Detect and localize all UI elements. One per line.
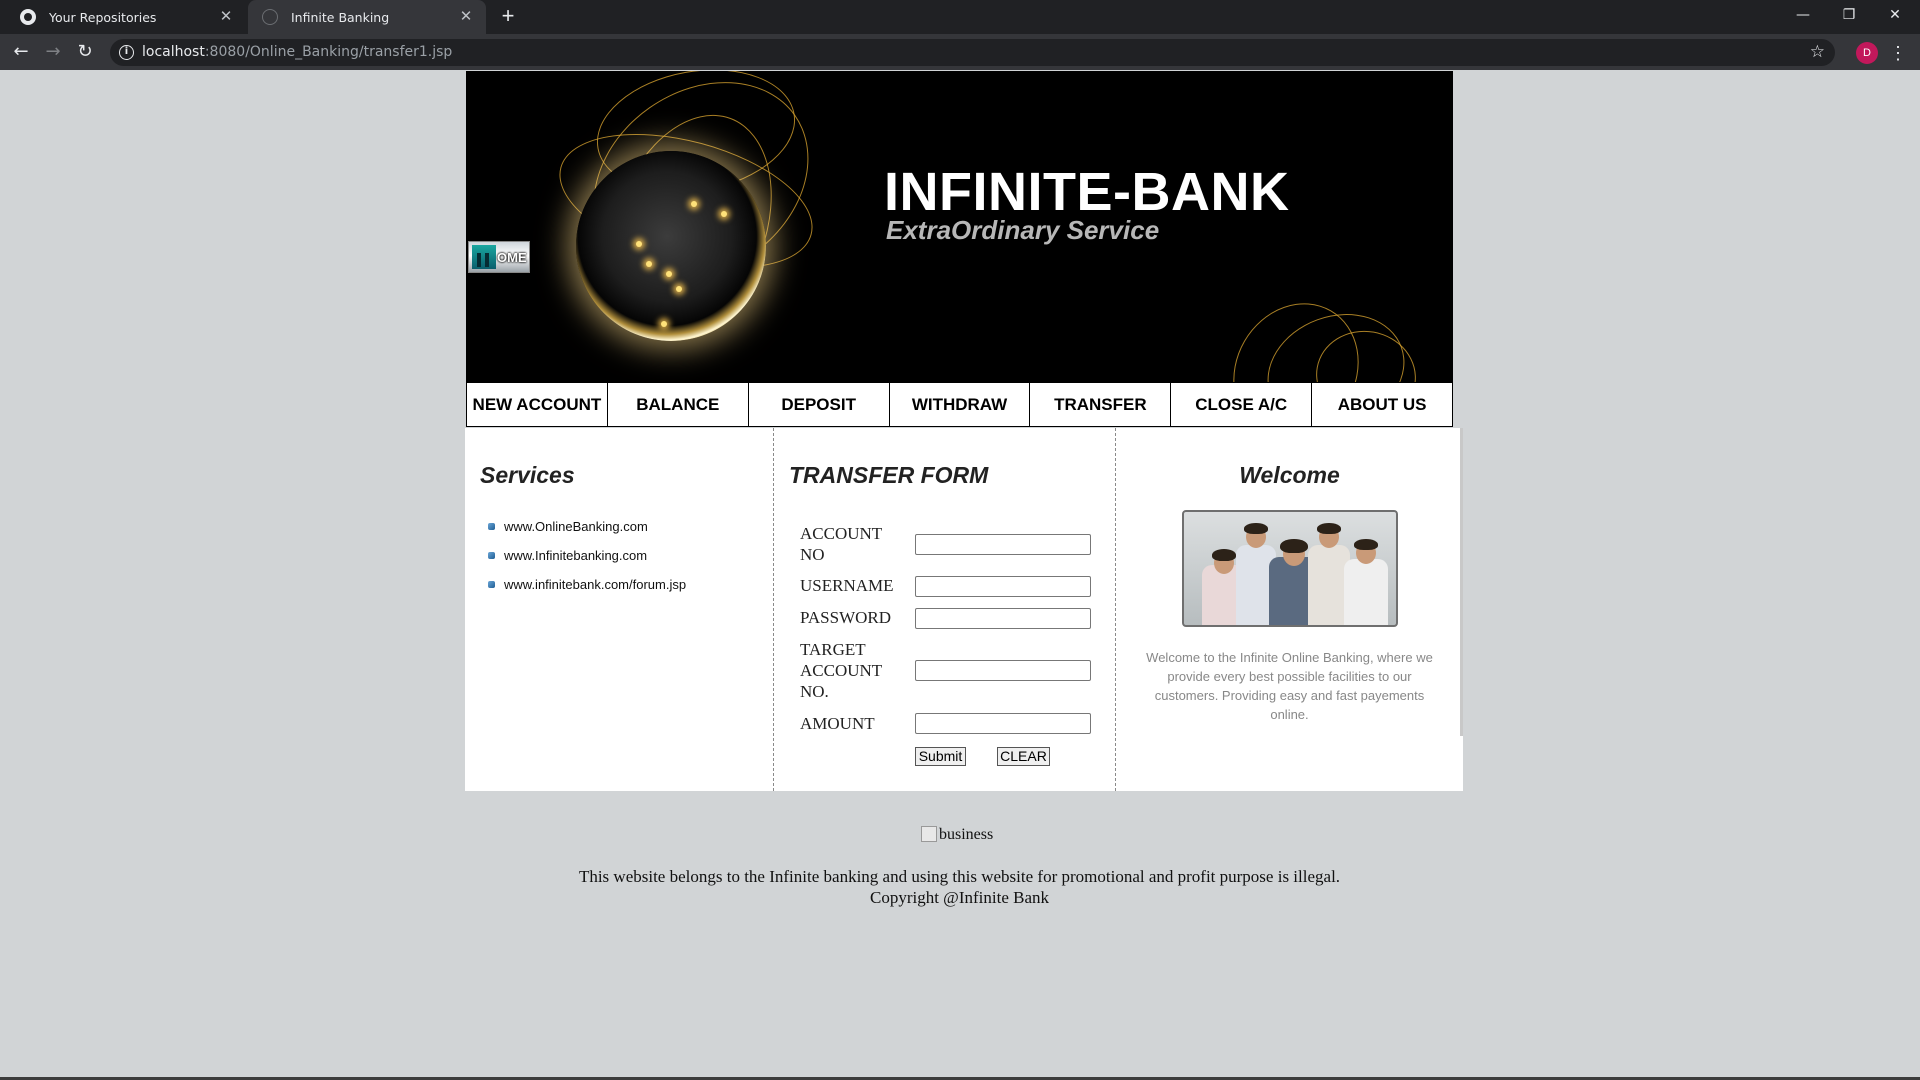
minimize-button[interactable]: — <box>1780 0 1826 30</box>
tab-your-repositories[interactable]: Your Repositories ✕ <box>6 0 246 34</box>
spark <box>646 261 652 267</box>
home-button[interactable]: OME <box>468 241 530 273</box>
url-text: localhost:8080/Online_Banking/transfer1.… <box>142 44 452 60</box>
url-path: :8080/Online_Banking/transfer1.jsp <box>204 44 453 60</box>
service-link-text: www.Infinitebanking.com <box>504 548 648 563</box>
tab-title: Infinite Banking <box>291 10 390 25</box>
browser-menu-icon[interactable]: ⋮ <box>1888 40 1908 66</box>
tab-infinite-banking[interactable]: Infinite Banking ✕ <box>248 0 486 34</box>
service-link[interactable]: www.Infinitebanking.com <box>488 541 686 570</box>
target-account-label: TARGET ACCOUNT NO. <box>800 640 882 701</box>
account-no-input[interactable] <box>915 534 1091 555</box>
forward-icon[interactable]: → <box>40 39 66 65</box>
person-hair <box>1354 539 1378 550</box>
spark <box>676 286 682 292</box>
person-hair <box>1212 549 1236 561</box>
submit-button[interactable]: Submit <box>915 747 966 766</box>
content-panel: Services www.OnlineBanking.com www.Infin… <box>465 428 1463 791</box>
reload-icon[interactable]: ↻ <box>72 39 98 65</box>
services-title: Services <box>480 462 575 488</box>
home-label: OME <box>497 249 527 265</box>
person-hair <box>1280 539 1308 553</box>
amount-label: AMOUNT <box>800 714 875 733</box>
clear-button[interactable]: CLEAR <box>997 747 1050 766</box>
person-figure <box>1344 559 1388 625</box>
nav-balance[interactable]: BALANCE <box>608 383 749 426</box>
service-link[interactable]: www.infinitebank.com/forum.jsp <box>488 570 686 599</box>
close-window-button[interactable]: ✕ <box>1872 0 1918 30</box>
profile-avatar[interactable]: D <box>1856 42 1878 64</box>
nav-close-account[interactable]: CLOSE A/C <box>1171 383 1313 426</box>
globe-icon <box>262 9 278 25</box>
url-host: localhost <box>142 44 205 60</box>
address-bar[interactable]: i localhost:8080/Online_Banking/transfer… <box>110 39 1835 66</box>
amount-input[interactable] <box>915 713 1091 734</box>
services-list: www.OnlineBanking.com www.Infinitebankin… <box>488 512 686 599</box>
welcome-text: Welcome to the Infinite Online Banking, … <box>1146 650 1433 722</box>
account-no-label: ACCOUNT NO <box>800 524 882 564</box>
business-image-broken: business <box>921 826 993 844</box>
spark <box>661 321 667 327</box>
username-label: USERNAME <box>800 576 894 595</box>
brand-name: INFINITE-BANK <box>884 162 1290 222</box>
back-icon[interactable]: ← <box>8 39 34 65</box>
tab-title: Your Repositories <box>49 10 157 25</box>
transfer-form-title: TRANSFER FORM <box>789 462 989 488</box>
target-account-input[interactable] <box>915 660 1091 681</box>
browser-toolbar: ← → ↻ i localhost:8080/Online_Banking/tr… <box>0 34 1920 70</box>
spark <box>691 201 697 207</box>
nav-deposit[interactable]: DEPOSIT <box>749 383 890 426</box>
bullet-icon <box>488 523 495 530</box>
person-hair <box>1244 523 1268 534</box>
tab-close-icon[interactable]: ✕ <box>456 6 476 26</box>
service-link-text: www.infinitebank.com/forum.jsp <box>504 577 687 592</box>
tab-close-icon[interactable]: ✕ <box>216 6 236 26</box>
brand-tagline: ExtraOrdinary Service <box>886 215 1160 245</box>
team-photo <box>1182 510 1398 627</box>
welcome-title: Welcome <box>1239 462 1340 488</box>
bullet-icon <box>488 552 495 559</box>
nav-withdraw[interactable]: WITHDRAW <box>890 383 1031 426</box>
home-icon <box>472 245 496 269</box>
broken-image-icon <box>921 826 937 842</box>
password-label: PASSWORD <box>800 608 892 627</box>
info-icon[interactable]: i <box>119 45 134 60</box>
footer-copyright: Copyright @Infinite Bank <box>869 888 1050 907</box>
new-tab-button[interactable]: + <box>496 5 520 29</box>
main-nav: NEW ACCOUNT BALANCE DEPOSIT WITHDRAW TRA… <box>466 382 1453 427</box>
spark <box>721 211 727 217</box>
github-icon <box>20 9 36 25</box>
spark <box>636 241 642 247</box>
username-input[interactable] <box>915 576 1091 597</box>
footer-notice: This website belongs to the Infinite ban… <box>578 867 1341 886</box>
password-input[interactable] <box>915 608 1091 629</box>
service-link[interactable]: www.OnlineBanking.com <box>488 512 686 541</box>
nav-new-account[interactable]: NEW ACCOUNT <box>467 383 608 426</box>
business-image-alt: business <box>939 826 994 843</box>
person-hair <box>1317 523 1341 534</box>
services-column: Services www.OnlineBanking.com www.Infin… <box>465 428 774 791</box>
spark <box>666 271 672 277</box>
bullet-icon <box>488 581 495 588</box>
globe-graphic <box>576 151 766 341</box>
nav-transfer[interactable]: TRANSFER <box>1030 383 1172 426</box>
site-banner: INFINITE-BANK ExtraOrdinary Service OME <box>466 71 1453 382</box>
column-scrollbar[interactable] <box>1460 428 1463 736</box>
restore-button[interactable]: ❐ <box>1826 0 1872 30</box>
browser-tab-strip: Your Repositories ✕ Infinite Banking ✕ +… <box>0 0 1920 34</box>
service-link-text: www.OnlineBanking.com <box>504 519 648 534</box>
nav-about-us[interactable]: ABOUT US <box>1312 383 1452 426</box>
bookmark-star-icon[interactable]: ☆ <box>1810 42 1825 62</box>
